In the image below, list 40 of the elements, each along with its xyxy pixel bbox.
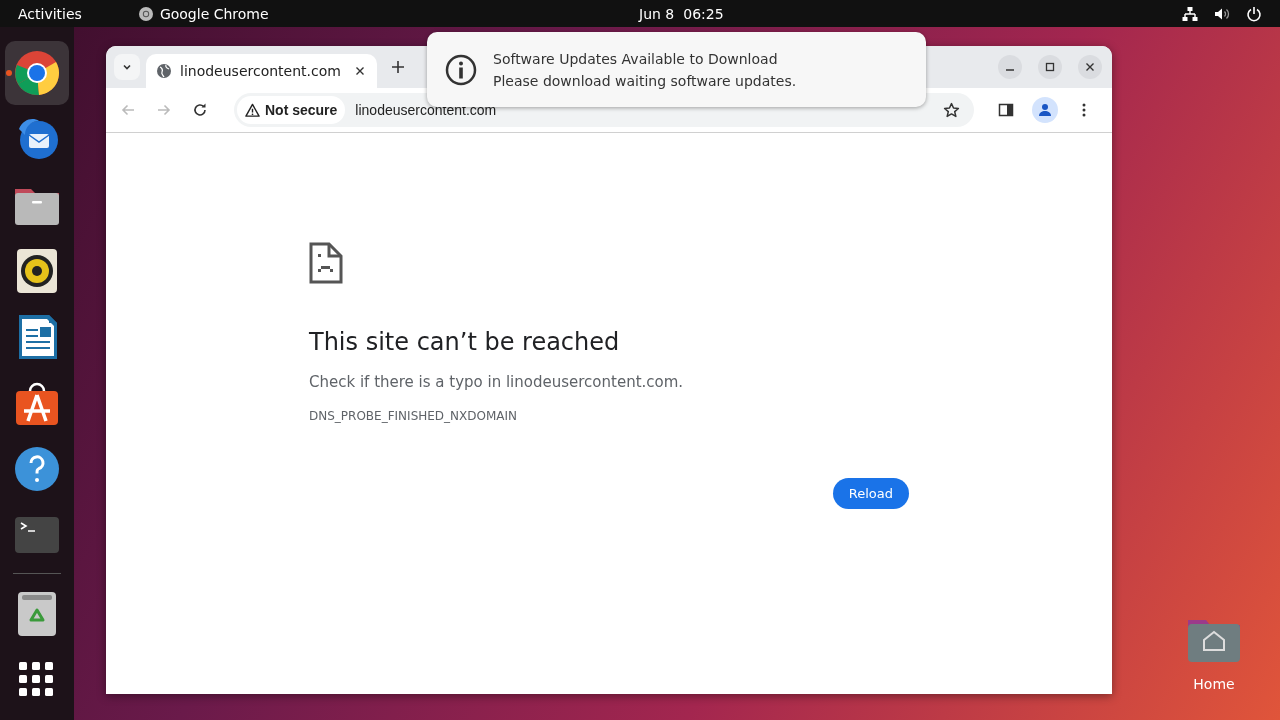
profile-button[interactable]	[1032, 97, 1058, 123]
desktop-icon-label[interactable]: Home	[1193, 676, 1235, 692]
time-text: 06:25	[683, 5, 724, 22]
power-icon[interactable]	[1246, 5, 1262, 22]
activities-button[interactable]: Activities	[18, 5, 82, 22]
reload-icon[interactable]	[192, 102, 208, 118]
close-icon[interactable]	[355, 66, 365, 76]
help-icon[interactable]	[13, 445, 61, 493]
side-panel-icon[interactable]	[998, 102, 1014, 118]
error-message: Check if there is a typo in linodeusercontent.com.	[309, 373, 685, 391]
error-code: DNS_PROBE_FINISHED_NXDOMAIN	[309, 409, 519, 423]
browser-icon	[137, 5, 154, 22]
clock-button[interactable]: Jun 8 06:25	[639, 5, 724, 22]
dock-item[interactable]	[5, 41, 69, 105]
reload-button[interactable]: Reload	[832, 478, 909, 509]
close-button[interactable]	[1078, 55, 1102, 79]
error-heading: This site can’t be reached	[309, 328, 621, 356]
sad-page-icon	[309, 242, 343, 284]
info-icon	[445, 53, 477, 86]
browser-icon[interactable]	[13, 49, 61, 97]
security-chip[interactable]: Not secure	[237, 96, 346, 124]
notification-banner[interactable]: Software Updates Available to Download Please download waiting software updates.	[427, 32, 926, 107]
close-icon	[1085, 62, 1095, 72]
browser-tab[interactable]: linodeusercontent.com	[146, 54, 377, 88]
warning-icon	[245, 102, 260, 118]
minimize-icon	[1006, 69, 1014, 71]
notification-body: Please download waiting software updates.	[493, 72, 797, 89]
maximize-button[interactable]	[1038, 55, 1062, 79]
tab-title: linodeusercontent.com	[180, 63, 342, 79]
date-text: Jun 8	[639, 5, 675, 22]
security-label: Not secure	[265, 102, 338, 118]
app-menu[interactable]: Google Chrome	[159, 5, 269, 22]
notification-title: Software Updates Available to Download	[493, 50, 779, 67]
globe-icon	[156, 63, 172, 79]
person-icon	[1037, 102, 1053, 118]
minimize-button[interactable]	[998, 55, 1022, 79]
network-icon[interactable]	[1182, 5, 1198, 22]
star-icon[interactable]	[943, 101, 960, 119]
maximize-icon	[1045, 62, 1055, 72]
plus-icon	[391, 60, 405, 74]
